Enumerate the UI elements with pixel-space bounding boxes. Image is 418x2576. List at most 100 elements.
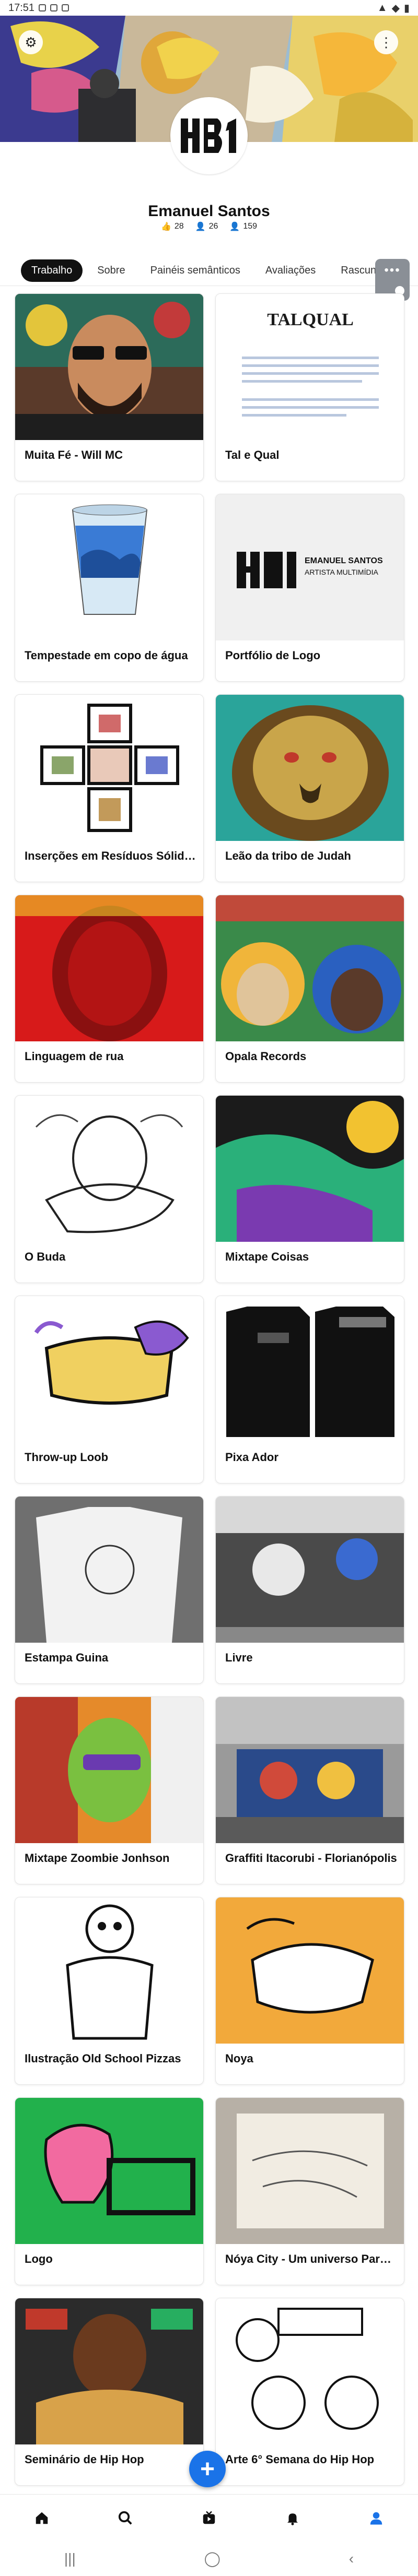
tab-paineis-semanticos[interactable]: Painéis semânticos xyxy=(140,259,251,282)
project-card[interactable]: TALQUAL Tal e Qual xyxy=(215,293,404,481)
project-title: Arte 6° Semana do Hip Hop xyxy=(225,2453,375,2466)
nav-notifications[interactable] xyxy=(272,2497,314,2539)
project-thumbnail xyxy=(15,695,203,841)
project-thumbnail xyxy=(216,1096,404,1242)
project-thumbnail xyxy=(216,1497,404,1643)
plus-icon: + xyxy=(200,2455,215,2483)
thumb-portfolio-line2: ARTISTA MULTIMÍDIA xyxy=(305,568,378,576)
thumb-tal-qual-text: TALQUAL xyxy=(267,310,354,329)
project-card[interactable]: Graffiti Itacorubi - Florianópolis xyxy=(215,1696,404,1884)
project-title: Livre xyxy=(225,1651,253,1664)
project-thumbnail xyxy=(15,1096,203,1242)
project-card[interactable]: O Buda xyxy=(15,1095,204,1283)
project-card[interactable]: EMANUEL SANTOS ARTISTA MULTIMÍDIA Portfó… xyxy=(215,494,404,682)
project-card[interactable]: Pixa Ador xyxy=(215,1296,404,1483)
nav-search[interactable] xyxy=(104,2497,146,2539)
person-icon: 👤 xyxy=(195,222,206,231)
project-title: Logo xyxy=(25,2252,53,2265)
project-title: Tal e Qual xyxy=(225,448,280,461)
recent-apps-icon[interactable]: ||| xyxy=(64,2550,76,2567)
project-title: Muita Fé - Will MC xyxy=(25,448,123,461)
project-thumbnail xyxy=(216,1296,404,1442)
tab-sobre[interactable]: Sobre xyxy=(87,259,135,282)
gear-icon: ⚙ xyxy=(25,34,37,50)
status-time: 17:51 xyxy=(8,2,35,14)
project-card[interactable]: Arte 6° Semana do Hip Hop xyxy=(215,2298,404,2486)
project-card[interactable]: Muita Fé - Will MC xyxy=(15,293,204,481)
project-title: Opala Records xyxy=(225,1050,307,1063)
project-title: Portfólio de Logo xyxy=(225,649,321,662)
project-title: Noya xyxy=(225,2052,253,2065)
project-card[interactable]: Mixtape Zoombie Jonhson xyxy=(15,1696,204,1884)
project-card[interactable]: Linguagem de rua xyxy=(15,895,204,1083)
project-thumbnail: EMANUEL SANTOS ARTISTA MULTIMÍDIA xyxy=(216,494,404,640)
project-title: Linguagem de rua xyxy=(25,1050,124,1063)
more-options-button[interactable]: ⋮ xyxy=(374,30,398,54)
project-title: Seminário de Hip Hop xyxy=(25,2453,144,2466)
profile-avatar[interactable] xyxy=(170,97,248,174)
project-title: Estampa Guina xyxy=(25,1651,109,1664)
project-title: Graffiti Itacorubi - Florianópolis xyxy=(225,1851,397,1865)
project-thumbnail xyxy=(216,895,404,1041)
project-thumbnail xyxy=(15,1497,203,1643)
nav-live[interactable] xyxy=(188,2497,230,2539)
profile-name: Emanuel Santos xyxy=(148,203,270,220)
project-card[interactable]: Tempestade em copo de água xyxy=(15,494,204,682)
project-title: Mixtape Zoombie Jonhson xyxy=(25,1851,170,1865)
hb1-logo xyxy=(181,118,236,153)
more-vert-icon: ⋮ xyxy=(379,34,393,50)
project-title: Throw-up Loob xyxy=(25,1451,109,1464)
project-thumbnail xyxy=(216,2098,404,2244)
project-card[interactable]: Opala Records xyxy=(215,895,404,1083)
add-project-button[interactable]: + xyxy=(189,2451,226,2487)
project-thumbnail xyxy=(15,1697,203,1843)
project-thumbnail xyxy=(15,1296,203,1442)
profile-tabs: Trabalho Sobre Painéis semânticos Avalia… xyxy=(0,255,418,301)
project-title: Mixtape Coisas xyxy=(225,1250,309,1263)
likes-stat: 👍 28 xyxy=(161,221,184,232)
likes-count: 28 xyxy=(174,222,184,231)
project-card[interactable]: Logo xyxy=(15,2097,204,2285)
back-icon[interactable]: ‹ xyxy=(349,2550,354,2567)
project-thumbnail xyxy=(15,494,203,640)
project-card[interactable]: Livre xyxy=(215,1496,404,1684)
project-card[interactable]: Throw-up Loob xyxy=(15,1296,204,1483)
following-stat[interactable]: 👤 159 xyxy=(229,221,257,232)
followers-stat[interactable]: 👤 26 xyxy=(195,221,218,232)
home-icon xyxy=(36,2512,48,2524)
project-card[interactable]: Noya xyxy=(215,1897,404,2085)
notification-icon xyxy=(62,4,69,11)
person-icon xyxy=(370,2512,382,2524)
project-thumbnail xyxy=(15,895,203,1041)
project-card[interactable]: Leão da tribo de Judah xyxy=(215,694,404,882)
tab-trabalho[interactable]: Trabalho xyxy=(21,259,83,282)
project-thumbnail xyxy=(216,695,404,841)
thumbs-up-icon: 👍 xyxy=(160,222,171,231)
settings-button[interactable]: ⚙ xyxy=(19,30,43,54)
project-thumbnail xyxy=(15,2298,203,2444)
project-card[interactable]: Mixtape Coisas xyxy=(215,1095,404,1283)
nav-profile[interactable] xyxy=(355,2497,397,2539)
project-title: Leão da tribo de Judah xyxy=(225,849,351,862)
home-circle-icon[interactable]: ◯ xyxy=(204,2550,220,2567)
tab-avaliacoes[interactable]: Avaliações xyxy=(255,259,326,282)
wifi-icon: ◆ xyxy=(391,2,400,14)
search-icon xyxy=(118,2511,132,2525)
project-card[interactable]: Seminário de Hip Hop xyxy=(15,2298,204,2486)
signal-icon: ▲ xyxy=(377,2,388,14)
nav-home[interactable] xyxy=(21,2497,63,2539)
project-card[interactable]: Estampa Guina xyxy=(15,1496,204,1684)
project-title: Tempestade em copo de água xyxy=(25,649,188,662)
thumb-portfolio-line1: EMANUEL SANTOS xyxy=(305,556,383,565)
project-thumbnail xyxy=(216,2298,404,2444)
status-bar: 17:51 ▲ ◆ ▮ xyxy=(0,0,418,16)
profile-stats: 👍 28 👤 26 👤 159 xyxy=(0,221,418,232)
project-card[interactable]: Ilustração Old School Pizzas xyxy=(15,1897,204,2085)
project-thumbnail: TALQUAL xyxy=(216,294,404,440)
notification-icon xyxy=(50,4,58,11)
project-card[interactable]: Inserções em Resíduos Sólidos xyxy=(15,694,204,882)
followers-count: 26 xyxy=(208,222,218,231)
project-card[interactable]: Nóya City - Um universo Paralelo xyxy=(215,2097,404,2285)
project-title: Nóya City - Um universo Paralelo xyxy=(225,2252,398,2265)
project-thumbnail xyxy=(216,1897,404,2044)
